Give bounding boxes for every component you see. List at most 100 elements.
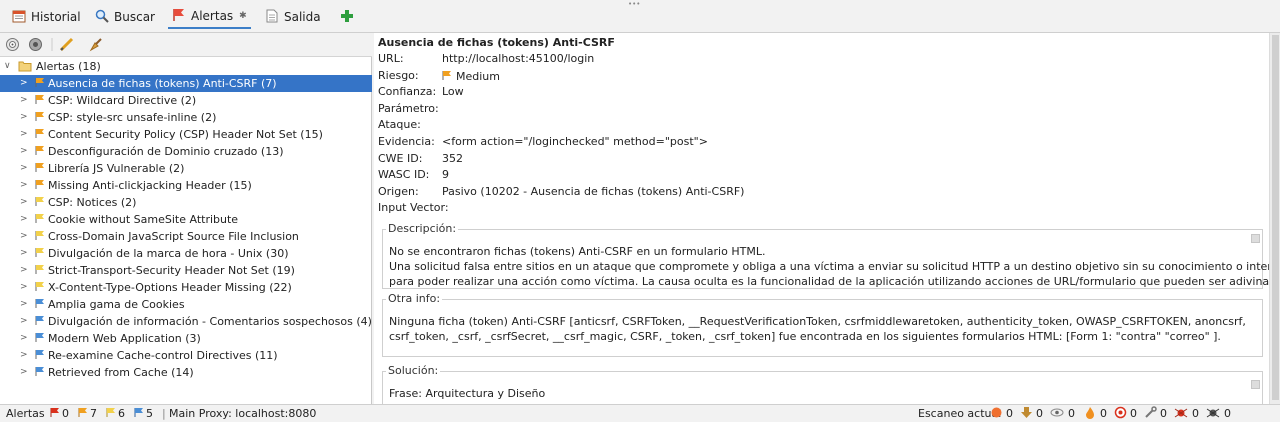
tree-item[interactable]: > Modern Web Application (3) <box>0 330 372 347</box>
current-scan-label: Escaneo actual <box>918 407 1002 420</box>
flag-icon <box>172 8 186 25</box>
chevron-right-icon[interactable]: > <box>20 296 28 313</box>
chevron-right-icon[interactable]: > <box>20 228 28 245</box>
chevron-right-icon[interactable]: > <box>20 364 28 381</box>
add-tab-button[interactable] <box>336 5 358 29</box>
fire-icon <box>1084 406 1096 422</box>
scan-count-4: 0 <box>1100 407 1107 420</box>
proxy-label: Main Proxy: localhost:8080 <box>169 407 317 420</box>
tree-root-label: Alertas (18) <box>36 60 101 73</box>
field-key: WASC ID: <box>378 168 430 182</box>
description-box[interactable]: Descripción: No se encontraron fichas (t… <box>382 222 1269 289</box>
target-icon[interactable] <box>5 37 20 56</box>
pin-icon[interactable]: ✱ <box>239 11 247 21</box>
chevron-right-icon[interactable]: > <box>20 313 28 330</box>
field-key: Confianza: <box>378 85 437 99</box>
tree-item-label: Modern Web Application (3) <box>48 332 201 345</box>
tree-item[interactable]: > CSP: Notices (2) <box>0 194 372 211</box>
scroll-indicator[interactable] <box>1251 380 1260 389</box>
text-line: Ninguna ficha (token) Anti-CSRF [anticsr… <box>389 315 1246 328</box>
tab-buscar[interactable]: Buscar <box>91 5 159 29</box>
status-alerts-label: Alertas <box>6 407 45 420</box>
alerts-tree: ∨ Alertas (18) > Ausencia de fichas (toke… <box>0 58 372 381</box>
tree-item[interactable]: > CSP: style-src unsafe-inline (2) <box>0 109 372 126</box>
tree-item[interactable]: > Retrieved from Cache (14) <box>0 364 372 381</box>
tab-label: Salida <box>284 10 321 24</box>
chevron-right-icon[interactable]: > <box>20 92 28 109</box>
tree-item[interactable]: > X-Content-Type-Options Header Missing (… <box>0 279 372 296</box>
chevron-right-icon[interactable]: > <box>20 75 28 92</box>
tree-item[interactable]: > Librería JS Vulnerable (2) <box>0 160 372 177</box>
tab-label: Buscar <box>114 10 155 24</box>
field-value: 352 <box>442 151 463 165</box>
other-info-legend: Otra info: <box>386 292 443 305</box>
chevron-right-icon[interactable]: > <box>20 279 28 296</box>
tree-item[interactable]: > Desconfiguración de Dominio cruzado (13… <box>0 143 372 160</box>
info-flag-icon <box>134 407 144 421</box>
scan-count-8: 0 <box>1224 407 1231 420</box>
tree-item[interactable]: > CSP: Wildcard Directive (2) <box>0 92 372 109</box>
calendar-icon <box>12 9 26 26</box>
chevron-right-icon[interactable]: > <box>20 245 28 262</box>
alert-title: Ausencia de fichas (tokens) Anti-CSRF <box>378 36 615 49</box>
tree-item-label: Librería JS Vulnerable (2) <box>48 162 185 175</box>
drag-handle-dots[interactable]: ••• <box>628 0 640 8</box>
tree-item-label: Desconfiguración de Dominio cruzado (13) <box>48 145 284 158</box>
chevron-right-icon[interactable]: > <box>20 211 28 228</box>
field-value: http://localhost:45100/login <box>442 52 595 65</box>
risk-value: Medium <box>442 69 500 83</box>
text-line: Frase: Arquitectura y Diseño <box>389 387 546 400</box>
tree-item-label: CSP: Notices (2) <box>48 196 137 209</box>
scan-count-2: 0 <box>1036 407 1043 420</box>
chevron-right-icon[interactable]: > <box>20 160 28 177</box>
chevron-right-icon[interactable]: > <box>20 330 28 347</box>
tree-item[interactable]: > Missing Anti-clickjacking Header (15) <box>0 177 372 194</box>
tree-item[interactable]: > Cookie without SameSite Attribute <box>0 211 372 228</box>
tree-item[interactable]: > Re-examine Cache-control Directives (11… <box>0 347 372 364</box>
chevron-right-icon[interactable]: > <box>20 109 28 126</box>
tree-root[interactable]: ∨ Alertas (18) <box>0 58 372 75</box>
solution-legend: Solución: <box>386 364 441 377</box>
tab-historial[interactable]: Historial <box>8 5 85 29</box>
tree-item-label: CSP: Wildcard Directive (2) <box>48 94 197 107</box>
globe-icon[interactable] <box>28 37 43 56</box>
tree-item[interactable]: > Content Security Policy (CSP) Header No… <box>0 126 372 143</box>
tree-item[interactable]: > Divulgación de información - Comentario… <box>0 313 372 330</box>
high-flag-icon <box>50 407 60 421</box>
tree-item[interactable]: > Amplia gama de Cookies <box>0 296 372 313</box>
tree-item-label: CSP: style-src unsafe-inline (2) <box>48 111 217 124</box>
scan-count-6: 0 <box>1160 407 1167 420</box>
tab-alertas[interactable]: Alertas ✱ <box>168 5 251 29</box>
tree-item[interactable]: > Divulgación de la marca de hora - Unix … <box>0 245 372 262</box>
chevron-right-icon[interactable]: > <box>20 143 28 160</box>
target-icon <box>1114 406 1127 422</box>
tree-item[interactable]: > Ausencia de fichas (tokens) Anti-CSRF (… <box>0 75 372 92</box>
high-count: 0 <box>62 407 69 420</box>
tab-label: Alertas <box>191 9 234 23</box>
chevron-right-icon[interactable]: > <box>20 262 28 279</box>
tree-item[interactable]: > Strict-Transport-Security Header Not Se… <box>0 262 372 279</box>
tree-item[interactable]: > Cross-Domain JavaScript Source File Inc… <box>0 228 372 245</box>
chevron-down-icon[interactable]: ∨ <box>4 58 11 75</box>
text-line: para poder realizar una acción como víct… <box>389 275 1269 288</box>
pencil-icon[interactable] <box>59 37 74 56</box>
scan-count-1: 0 <box>1006 407 1013 420</box>
chevron-right-icon[interactable]: > <box>20 126 28 143</box>
tab-salida[interactable]: Salida <box>261 5 325 29</box>
other-info-box[interactable]: Otra info: Ninguna ficha (token) Anti-CS… <box>382 292 1263 357</box>
ajax-spider-icon <box>1206 406 1220 422</box>
medium-flag-icon <box>78 407 88 421</box>
broom-icon[interactable] <box>89 37 104 56</box>
low-flag-icon <box>106 407 116 421</box>
chevron-right-icon[interactable]: > <box>20 194 28 211</box>
chevron-right-icon[interactable]: > <box>20 347 28 364</box>
scroll-indicator[interactable] <box>1251 234 1260 243</box>
separator: | <box>162 407 166 420</box>
field-key: URL: <box>378 52 404 65</box>
field-value: <form action="/loginchecked" method="pos… <box>442 135 708 148</box>
detail-scrollbar[interactable] <box>1269 33 1280 404</box>
scrollbar-thumb[interactable] <box>1272 35 1279 400</box>
solution-box[interactable]: Solución: Frase: Arquitectura y Diseño <box>382 364 1263 404</box>
solution-text: Frase: Arquitectura y Diseño <box>389 386 1248 401</box>
chevron-right-icon[interactable]: > <box>20 177 28 194</box>
